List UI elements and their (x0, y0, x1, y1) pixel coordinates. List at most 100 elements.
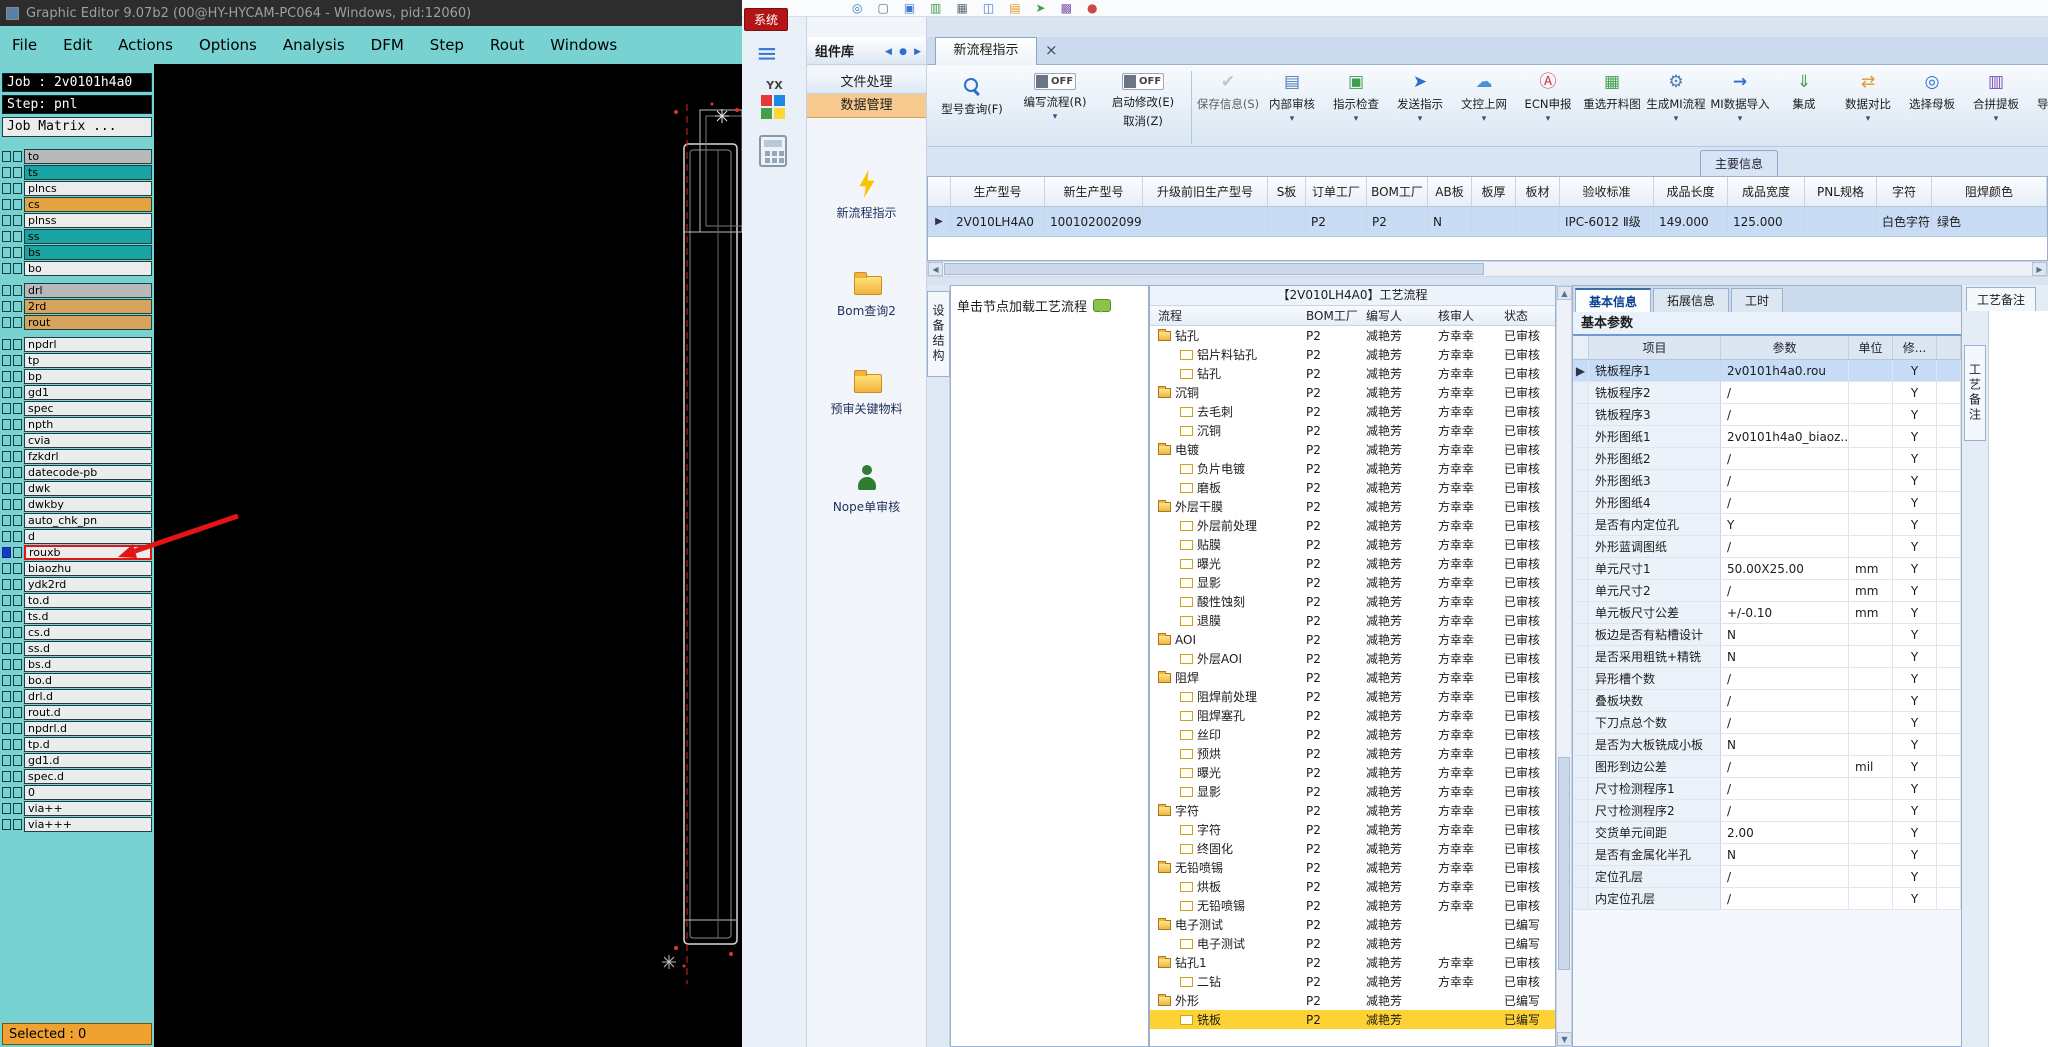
layer-row[interactable]: npdrl.d (2, 721, 152, 736)
layer-row[interactable]: biaozhu (2, 561, 152, 576)
layer-name[interactable]: ss (24, 229, 152, 244)
menu-item[interactable]: DFM (371, 36, 404, 54)
layer-context-toggle[interactable] (2, 215, 11, 226)
layer-context-toggle[interactable] (2, 723, 11, 734)
layer-name[interactable]: spec (24, 401, 152, 416)
layer-row[interactable]: tp.d (2, 737, 152, 752)
process-step-row[interactable]: 沉铜 P2 减艳芳 方幸幸 已审核 (1150, 383, 1555, 402)
layer-row[interactable]: drl (2, 283, 152, 298)
col-process[interactable]: 流程 (1150, 306, 1300, 325)
layer-context-toggle[interactable] (2, 419, 11, 430)
top-toolbar-icon[interactable] (1061, 0, 1072, 17)
col-modified[interactable]: 修... (1893, 336, 1937, 359)
layer-row[interactable]: npth (2, 417, 152, 432)
process-step-row[interactable]: 外层干膜 P2 减艳芳 方幸幸 已审核 (1150, 497, 1555, 516)
layer-display-toggle[interactable] (13, 643, 22, 654)
layer-context-toggle[interactable] (2, 547, 11, 558)
scroll-up-icon[interactable]: ▲ (1557, 286, 1572, 300)
layer-display-toggle[interactable] (13, 167, 22, 178)
dropdown-caret-icon[interactable]: ▾ (1260, 114, 1324, 124)
dropdown-caret-icon[interactable]: ▾ (1836, 114, 1900, 124)
tree-scrollbar[interactable]: ▲ ▼ (1556, 285, 1572, 1047)
tab-extended-info[interactable]: 拓展信息 (1653, 288, 1730, 312)
toolbar-button[interactable]: 生成MI流程 ▾ (1644, 69, 1708, 124)
layer-context-toggle[interactable] (2, 579, 11, 590)
process-step-row[interactable]: 电子测试 P2 减艳芳 已编写 (1150, 915, 1555, 934)
horizontal-scrollbar[interactable]: ◀ ▶ (927, 261, 2048, 277)
process-step-row[interactable]: 钻孔 P2 减艳芳 方幸幸 已审核 (1150, 326, 1555, 345)
layer-row[interactable]: cs.d (2, 625, 152, 640)
layer-name[interactable]: to (24, 149, 152, 164)
column-header[interactable]: BOM工厂 (1367, 177, 1428, 207)
layer-display-toggle[interactable] (13, 451, 22, 462)
layer-context-toggle[interactable] (2, 755, 11, 766)
column-header[interactable]: 板厚 (1472, 177, 1516, 207)
layer-row[interactable]: rout (2, 315, 152, 330)
layer-display-toggle[interactable] (13, 231, 22, 242)
layer-row[interactable]: bo.d (2, 673, 152, 688)
main-info-tab[interactable]: 主要信息 (1700, 150, 1779, 176)
layer-row[interactable]: ts.d (2, 609, 152, 624)
nav-item[interactable]: Bom查询2 (807, 268, 926, 319)
layer-name[interactable]: spec.d (24, 769, 152, 784)
dropdown-caret-icon[interactable]: ▾ (1388, 114, 1452, 124)
process-step-row[interactable]: 贴膜 P2 减艳芳 方幸幸 已审核 (1150, 535, 1555, 554)
layer-row[interactable]: via++ (2, 801, 152, 816)
process-step-row[interactable]: 二钻 P2 减艳芳 方幸幸 已审核 (1150, 972, 1555, 991)
layer-name[interactable]: rout.d (24, 705, 152, 720)
layer-display-toggle[interactable] (13, 301, 22, 312)
nav-dot-icon[interactable]: ● (899, 47, 907, 57)
col-bom-factory[interactable]: BOM工厂 (1300, 306, 1360, 325)
nav-item[interactable]: Nope单审核 (807, 464, 926, 515)
layer-name[interactable]: 2rd (24, 299, 152, 314)
param-row[interactable]: 交货单元间距 2.00 Y (1573, 822, 1961, 844)
layer-row[interactable]: ss (2, 229, 152, 244)
top-toolbar-icon[interactable] (1036, 0, 1046, 17)
layer-name[interactable]: plncs (24, 181, 152, 196)
layer-display-toggle[interactable] (13, 579, 22, 590)
param-row[interactable]: 是否采用粗铣+精铣 N Y (1573, 646, 1961, 668)
layer-display-toggle[interactable] (13, 595, 22, 606)
layer-row[interactable]: bp (2, 369, 152, 384)
col-unit[interactable]: 单位 (1849, 336, 1893, 359)
column-header[interactable]: PNL规格 (1805, 177, 1877, 207)
layer-row[interactable]: 2rd (2, 299, 152, 314)
process-step-row[interactable]: 无铅喷锡 P2 减艳芳 方幸幸 已审核 (1150, 858, 1555, 877)
process-step-row[interactable]: 退膜 P2 减艳芳 方幸幸 已审核 (1150, 611, 1555, 630)
column-header[interactable]: 成品宽度 (1728, 177, 1805, 207)
param-row[interactable]: 外形图纸2 / Y (1573, 448, 1961, 470)
layer-display-toggle[interactable] (13, 371, 22, 382)
layer-context-toggle[interactable] (2, 467, 11, 478)
layer-name[interactable]: rout (24, 315, 152, 330)
cancel-button[interactable]: 取消(Z) (1099, 113, 1187, 129)
column-header[interactable]: 字符 (1877, 177, 1932, 207)
layer-context-toggle[interactable] (2, 339, 11, 350)
toolbar-button[interactable]: 保存信息(S) ▾ (1196, 69, 1260, 124)
process-step-row[interactable]: 铝片料钻孔 P2 减艳芳 方幸幸 已审核 (1150, 345, 1555, 364)
process-step-row[interactable]: 阻焊前处理 P2 减艳芳 方幸幸 已审核 (1150, 687, 1555, 706)
param-row[interactable]: 铣板程序2 / Y (1573, 382, 1961, 404)
hamburger-menu-icon[interactable]: ≡ (756, 41, 778, 67)
toolbar-button[interactable]: 发送指示 ▾ (1388, 69, 1452, 124)
top-toolbar-icon[interactable] (877, 0, 888, 17)
process-step-row[interactable]: 沉铜 P2 减艳芳 方幸幸 已审核 (1150, 421, 1555, 440)
layer-context-toggle[interactable] (2, 531, 11, 542)
layer-row[interactable]: ss.d (2, 641, 152, 656)
off-toggle[interactable]: OFF (1122, 73, 1164, 90)
nav-item[interactable]: 预审关键物料 (807, 366, 926, 417)
layer-display-toggle[interactable] (13, 419, 22, 430)
layer-display-toggle[interactable] (13, 387, 22, 398)
layer-context-toggle[interactable] (2, 595, 11, 606)
layer-context-toggle[interactable] (2, 643, 11, 654)
layer-display-toggle[interactable] (13, 199, 22, 210)
layer-context-toggle[interactable] (2, 483, 11, 494)
layer-context-toggle[interactable] (2, 691, 11, 702)
layer-display-toggle[interactable] (13, 515, 22, 526)
param-row[interactable]: 板边是否有粘槽设计 N Y (1573, 624, 1961, 646)
layer-name[interactable]: ts.d (24, 609, 152, 624)
param-row[interactable]: 外形图纸3 / Y (1573, 470, 1961, 492)
menu-item[interactable]: Options (199, 36, 257, 54)
layer-row[interactable]: bs (2, 245, 152, 260)
process-step-row[interactable]: 丝印 P2 减艳芳 方幸幸 已审核 (1150, 725, 1555, 744)
layer-name[interactable]: cs.d (24, 625, 152, 640)
